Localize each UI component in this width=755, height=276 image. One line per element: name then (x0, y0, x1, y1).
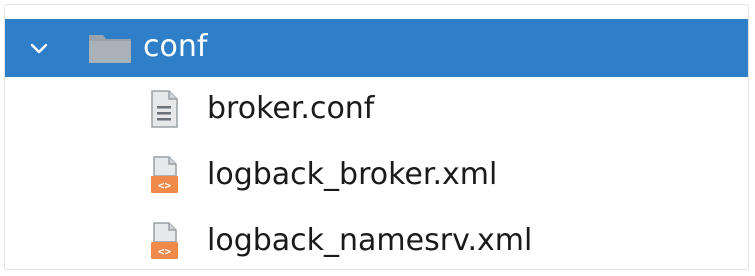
svg-text:<>: <> (158, 179, 172, 192)
tree-file-item[interactable]: <> logback_broker.xml (5, 147, 748, 203)
xml-file-icon: <> (151, 156, 178, 193)
file-name: logback_namesrv.xml (207, 223, 533, 258)
text-file-icon (151, 90, 178, 128)
tree-file-item[interactable]: broker.conf (5, 81, 748, 137)
folder-name: conf (143, 29, 208, 64)
svg-text:<>: <> (158, 245, 172, 258)
tree-folder-conf[interactable]: conf (5, 19, 748, 77)
file-name: broker.conf (207, 91, 375, 126)
project-tree: conf broker.conf <> logback_broker.xml <… (4, 4, 749, 270)
folder-icon (89, 35, 131, 63)
tree-file-item[interactable]: <> logback_namesrv.xml (5, 213, 748, 269)
xml-file-icon: <> (151, 222, 178, 259)
chevron-down-icon[interactable] (27, 37, 51, 61)
file-name: logback_broker.xml (207, 157, 498, 192)
